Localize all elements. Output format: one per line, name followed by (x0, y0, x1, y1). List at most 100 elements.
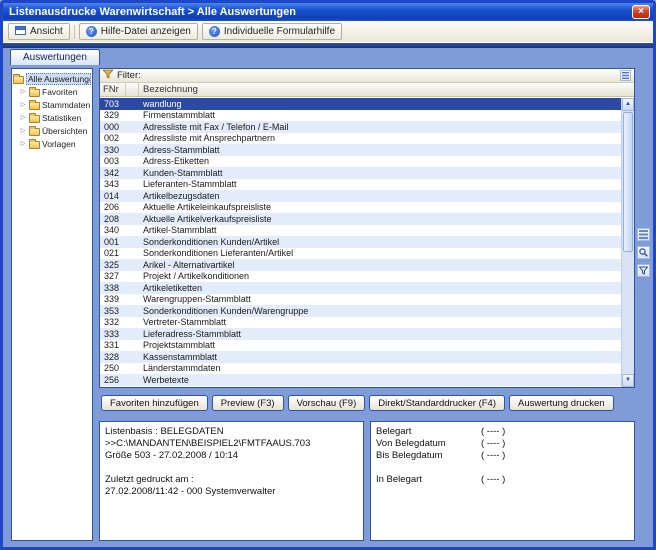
table-row[interactable]: 330 Adress-Stammblatt (100, 144, 621, 156)
column-header-flag[interactable] (126, 83, 139, 96)
preview-f3-button[interactable]: Preview (F3) (212, 395, 284, 411)
favoriten-hinzufuegen-button[interactable]: Favoriten hinzufügen (101, 395, 208, 411)
help-icon: ? (209, 26, 220, 37)
body: Alle Auswertungen▷Favoriten▷Stammdaten▷S… (3, 65, 653, 547)
table-row[interactable]: 333Lieferadress-Stammblatt (100, 328, 621, 340)
table-row[interactable]: 003Adress-Etiketten (100, 156, 621, 168)
expander-icon[interactable]: ▷ (19, 101, 27, 108)
search-icon[interactable] (637, 246, 650, 259)
row-number: 340 (100, 225, 125, 235)
table-row[interactable]: 256Werbetexte (100, 374, 621, 386)
row-number: 330 (100, 145, 125, 155)
titlebar[interactable]: Listenausdrucke Warenwirtschaft > Alle A… (3, 3, 653, 21)
scrollbar-thumb[interactable] (623, 112, 633, 252)
tree-item-favoriten[interactable]: ▷Favoriten (13, 85, 91, 98)
table-row[interactable]: 250 Länderstammdaten (100, 363, 621, 375)
table-row[interactable]: 331Projektstammblatt (100, 340, 621, 352)
row-number: 250 (100, 363, 125, 373)
row-number: 343 (100, 179, 125, 189)
tree-item-uebersichten[interactable]: ▷Übersichten (13, 124, 91, 137)
row-bezeichnung: Länderstammdaten (139, 363, 621, 373)
row-number: 703 (100, 99, 125, 109)
hilfe-datei-button[interactable]: ? Hilfe-Datei anzeigen (79, 23, 198, 40)
table-row[interactable]: 353Sonderkonditionen Kunden/Warengruppe (100, 305, 621, 317)
info-right-row: Von Belegdatum( ---- ) (376, 438, 629, 450)
tree-item-vorlagen[interactable]: ▷Vorlagen (13, 137, 91, 150)
folder-icon (29, 89, 40, 97)
close-icon: × (638, 6, 644, 17)
filter-options-button[interactable] (620, 70, 631, 81)
list-view-icon[interactable] (637, 228, 650, 241)
table-row[interactable]: 014 Artikelbezugsdaten (100, 190, 621, 202)
expander-icon[interactable]: ▷ (19, 114, 27, 121)
close-button[interactable]: × (632, 5, 650, 19)
table-row[interactable]: 340 Artikel-Stammblatt (100, 225, 621, 237)
table-row[interactable]: 325Arikel - Alternativartikel (100, 259, 621, 271)
row-number: 001 (100, 237, 125, 247)
ansicht-button[interactable]: Ansicht (8, 23, 70, 40)
tree-item-alle-auswertungen[interactable]: Alle Auswertungen (13, 72, 91, 85)
tree-item-statistiken[interactable]: ▷ Statistiken (13, 111, 91, 124)
hilfe-label: Hilfe-Datei anzeigen (101, 26, 191, 37)
tree-item-stammdaten[interactable]: ▷Stammdaten (13, 98, 91, 111)
scroll-up-icon[interactable]: ▲ (622, 98, 634, 111)
folder-icon (29, 115, 40, 123)
table-row[interactable]: 343 Lieferanten-Stammblatt (100, 179, 621, 191)
auswertung-drucken-button[interactable]: Auswertung drucken (509, 395, 614, 411)
info-line: Größe 503 - 27.02.2008 / 10:14 (105, 450, 358, 462)
tree-item-label: Statistiken (42, 113, 81, 123)
table-row[interactable]: 208Aktuelle Artikelverkaufspreisliste (100, 213, 621, 225)
expander-icon[interactable]: ▷ (19, 140, 27, 147)
table-row[interactable]: 328Kassenstammblatt (100, 351, 621, 363)
row-number: 325 (100, 260, 125, 270)
table-row[interactable]: 332Vertreter-Stammblatt (100, 317, 621, 329)
info-right-row: Bis Belegdatum( ---- ) (376, 450, 629, 462)
row-bezeichnung: Kunden-Stammblatt (139, 168, 621, 178)
scroll-down-icon[interactable]: ▼ (622, 374, 634, 387)
table-row[interactable]: 339Warengruppen-Stammblatt (100, 294, 621, 306)
row-bezeichnung: Artikel-Stammblatt (139, 225, 621, 235)
row-bezeichnung: Vertreter-Stammblatt (139, 317, 621, 327)
table-row[interactable]: 000 Adressliste mit Fax / Telefon / E-Mai… (100, 121, 621, 133)
column-header-fnr[interactable]: FNr (100, 83, 126, 96)
row-bezeichnung: Lieferanten-Stammblatt (139, 179, 621, 189)
table-row[interactable]: 338Artikeletiketten (100, 282, 621, 294)
table-row[interactable]: 001Sonderkonditionen Kunden/Artikel (100, 236, 621, 248)
row-number: 000 (100, 122, 125, 132)
row-number: 206 (100, 202, 125, 212)
row-bezeichnung: Werbetexte (139, 375, 621, 385)
info-line: Zuletzt gedruckt am : (105, 474, 358, 486)
action-bar: Favoriten hinzufügenPreview (F3)Vorschau… (99, 393, 635, 413)
row-bezeichnung: Artikelbezugsdaten (139, 191, 621, 201)
individuelle-formularhilfe-button[interactable]: ? Individuelle Formularhilfe (202, 23, 342, 40)
window-title: Listenausdrucke Warenwirtschaft > Alle A… (9, 6, 296, 18)
table-row[interactable]: 703wandlung (100, 98, 621, 110)
tab-auswertungen[interactable]: Auswertungen (10, 49, 100, 65)
row-number: 333 (100, 329, 125, 339)
info-right-label (376, 462, 481, 474)
table-header[interactable]: FNr Bezeichnung (100, 83, 634, 97)
content-area: Auswertungen Alle Auswertungen▷Favoriten… (3, 43, 653, 547)
column-header-bezeichnung[interactable]: Bezeichnung (139, 84, 621, 95)
expander-icon[interactable]: ▷ (19, 88, 27, 95)
filter-funnel-icon[interactable] (637, 264, 650, 277)
table-row[interactable]: 021Sonderkonditionen Lieferanten/Artikel (100, 248, 621, 260)
table-scrollbar[interactable]: ▲ ▼ (621, 98, 634, 387)
table-row[interactable]: 002Adressliste mit Ansprechpartnern (100, 133, 621, 145)
table-row[interactable]: 342Kunden-Stammblatt (100, 167, 621, 179)
table-row[interactable]: 206Aktuelle Artikeleinkaufspreisliste (100, 202, 621, 214)
row-bezeichnung: Adress-Stammblatt (139, 145, 621, 155)
row-number: 014 (100, 191, 125, 201)
help-icon: ? (86, 26, 97, 37)
direkt-standarddrucker-f4-button[interactable]: Direkt/Standarddrucker (F4) (369, 395, 505, 411)
row-bezeichnung: Adressliste mit Fax / Telefon / E-Mail (139, 122, 621, 132)
app-window: Listenausdrucke Warenwirtschaft > Alle A… (0, 0, 656, 550)
report-list-panel: Filter: FNr Bezeichnung 703wandlung329Fi… (99, 68, 635, 388)
expander-icon[interactable]: ▷ (19, 127, 27, 134)
vorschau-f9-button[interactable]: Vorschau (F9) (288, 395, 366, 411)
folder-icon (29, 128, 40, 136)
info-left-box: Listenbasis : BELEGDATEN>>C:\MANDANTEN\B… (99, 421, 364, 541)
table-row[interactable]: 327Projekt / Artikelkonditionen (100, 271, 621, 283)
tree-item-label: Alle Auswertungen (26, 73, 91, 85)
table-row[interactable]: 329Firmenstammblatt (100, 110, 621, 122)
